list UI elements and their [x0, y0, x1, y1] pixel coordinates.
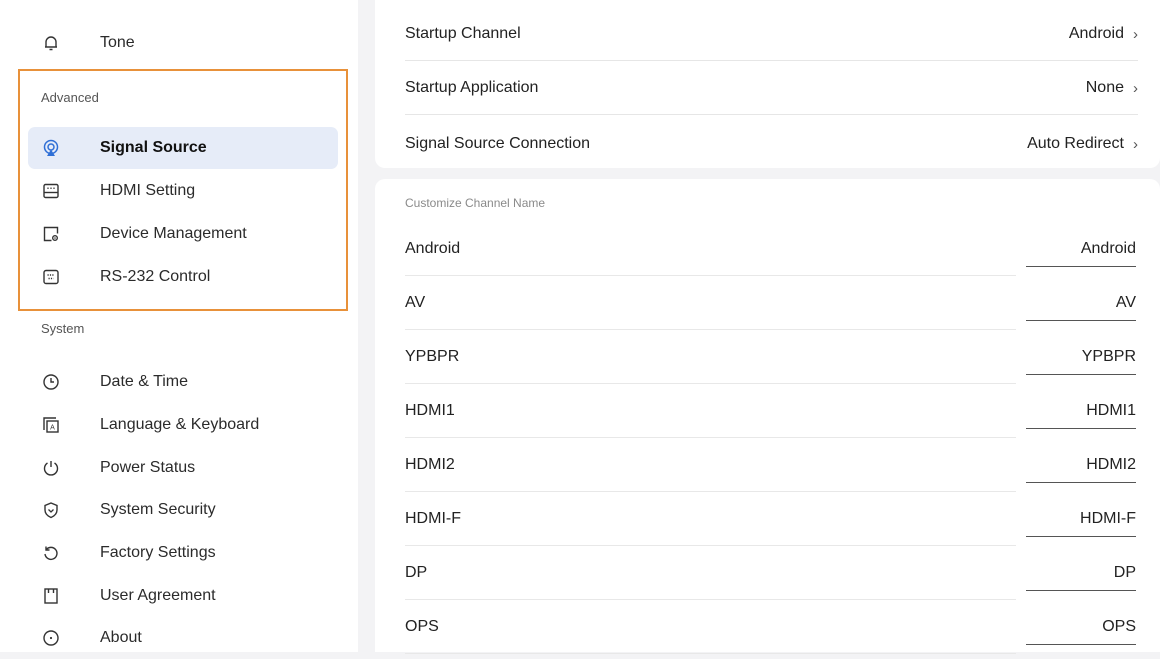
device-management-icon [42, 225, 60, 243]
chevron-right-icon: › [1133, 135, 1138, 153]
channel-label: Android [405, 240, 461, 257]
sidebar-item-label: Tone [100, 34, 135, 51]
channel-name-input[interactable] [1026, 448, 1136, 483]
channel-row-ops: OPS [405, 600, 1136, 654]
reset-icon [42, 544, 60, 562]
rs232-icon [42, 268, 60, 286]
channel-name-input[interactable] [1026, 556, 1136, 591]
sidebar-item-factory-settings[interactable]: Factory Settings [28, 532, 338, 574]
channel-row-android: Android [405, 222, 1136, 276]
channel-row-ypbpr: YPBPR [405, 330, 1136, 384]
channel-label: YPBPR [405, 348, 460, 365]
clock-icon [42, 373, 60, 391]
channel-label: OPS [405, 618, 439, 635]
channel-label: DP [405, 564, 428, 581]
channel-row-hdmi2: HDMI2 [405, 438, 1136, 492]
sidebar-item-language-keyboard[interactable]: A Language & Keyboard [28, 404, 338, 446]
setting-value-text: Auto Redirect [1027, 135, 1124, 152]
sidebar-item-label: About [100, 629, 142, 646]
sidebar-item-label: System Security [100, 501, 216, 518]
sidebar-item-system-security[interactable]: System Security [28, 489, 338, 531]
sidebar-item-tone[interactable]: Tone [28, 22, 338, 64]
sidebar-item-label: Signal Source [100, 139, 207, 156]
bell-icon [42, 34, 60, 52]
channel-name-input[interactable] [1026, 232, 1136, 267]
chevron-right-icon: › [1133, 25, 1138, 43]
channel-label: HDMI1 [405, 402, 455, 419]
shield-icon [42, 501, 60, 519]
signal-source-icon [42, 139, 60, 157]
sidebar-item-rs232-control[interactable]: RS-232 Control [28, 256, 338, 298]
setting-value: Android › [1069, 25, 1138, 43]
setting-value-text: None [1085, 79, 1124, 96]
sidebar-item-about[interactable]: About [28, 617, 338, 659]
language-icon: A [42, 416, 60, 434]
section-title: Customize Channel Name [405, 196, 546, 210]
sidebar-item-hdmi-setting[interactable]: HDMI Setting [28, 170, 338, 212]
channel-name-input[interactable] [1026, 394, 1136, 429]
channel-label: HDMI2 [405, 456, 455, 473]
sidebar-item-device-management[interactable]: Device Management [28, 213, 338, 255]
sidebar-item-power-status[interactable]: Power Status [28, 447, 338, 489]
sidebar-item-label: HDMI Setting [100, 182, 196, 199]
setting-label: Startup Channel [405, 25, 521, 42]
channel-row-hdmi-f: HDMI-F [405, 492, 1136, 546]
setting-row-signal-source-connection[interactable]: Signal Source Connection Auto Redirect › [405, 118, 1138, 170]
channel-name-input[interactable] [1026, 286, 1136, 321]
section-label-advanced: Advanced [41, 90, 99, 105]
setting-row-startup-channel[interactable]: Startup Channel Android › [405, 8, 1138, 61]
row-divider [405, 653, 1016, 654]
setting-row-startup-application[interactable]: Startup Application None › [405, 62, 1138, 115]
setting-label: Startup Application [405, 79, 539, 96]
power-icon [42, 459, 60, 477]
hdmi-icon [42, 182, 60, 200]
channel-name-input[interactable] [1026, 340, 1136, 375]
channel-label: AV [405, 294, 426, 311]
channel-row-hdmi1: HDMI1 [405, 384, 1136, 438]
setting-label: Signal Source Connection [405, 135, 591, 152]
channel-name-input[interactable] [1026, 610, 1136, 645]
sidebar-item-label: User Agreement [100, 587, 216, 604]
sidebar-item-signal-source[interactable]: Signal Source [28, 127, 338, 169]
channel-label: HDMI-F [405, 510, 461, 527]
sidebar-item-label: Power Status [100, 459, 196, 476]
setting-value-text: Android [1068, 25, 1124, 42]
sidebar-item-user-agreement[interactable]: User Agreement [28, 575, 338, 617]
section-label-system: System [41, 321, 85, 336]
channel-name-input[interactable] [1026, 502, 1136, 537]
sidebar-item-date-time[interactable]: Date & Time [28, 361, 338, 403]
sidebar-item-label: Device Management [100, 225, 247, 242]
channel-row-av: AV [405, 276, 1136, 330]
bookmark-icon [42, 587, 60, 605]
svg-text:A: A [50, 425, 55, 432]
info-icon [42, 629, 60, 647]
sidebar-item-label: RS-232 Control [100, 268, 211, 285]
customize-channel-panel: Customize Channel Name Android AV YPBPR … [375, 179, 1160, 654]
sidebar: Tone Advanced Signal Source HDMI Setting… [0, 0, 358, 652]
channel-row-dp: DP [405, 546, 1136, 600]
startup-settings-panel: Startup Channel Android › Startup Applica… [375, 0, 1160, 168]
setting-value: None › [1086, 79, 1138, 97]
sidebar-item-label: Factory Settings [100, 544, 216, 561]
sidebar-item-label: Language & Keyboard [100, 416, 260, 433]
sidebar-item-label: Date & Time [100, 373, 189, 390]
setting-value: Auto Redirect › [1027, 135, 1138, 153]
chevron-right-icon: › [1133, 79, 1138, 97]
